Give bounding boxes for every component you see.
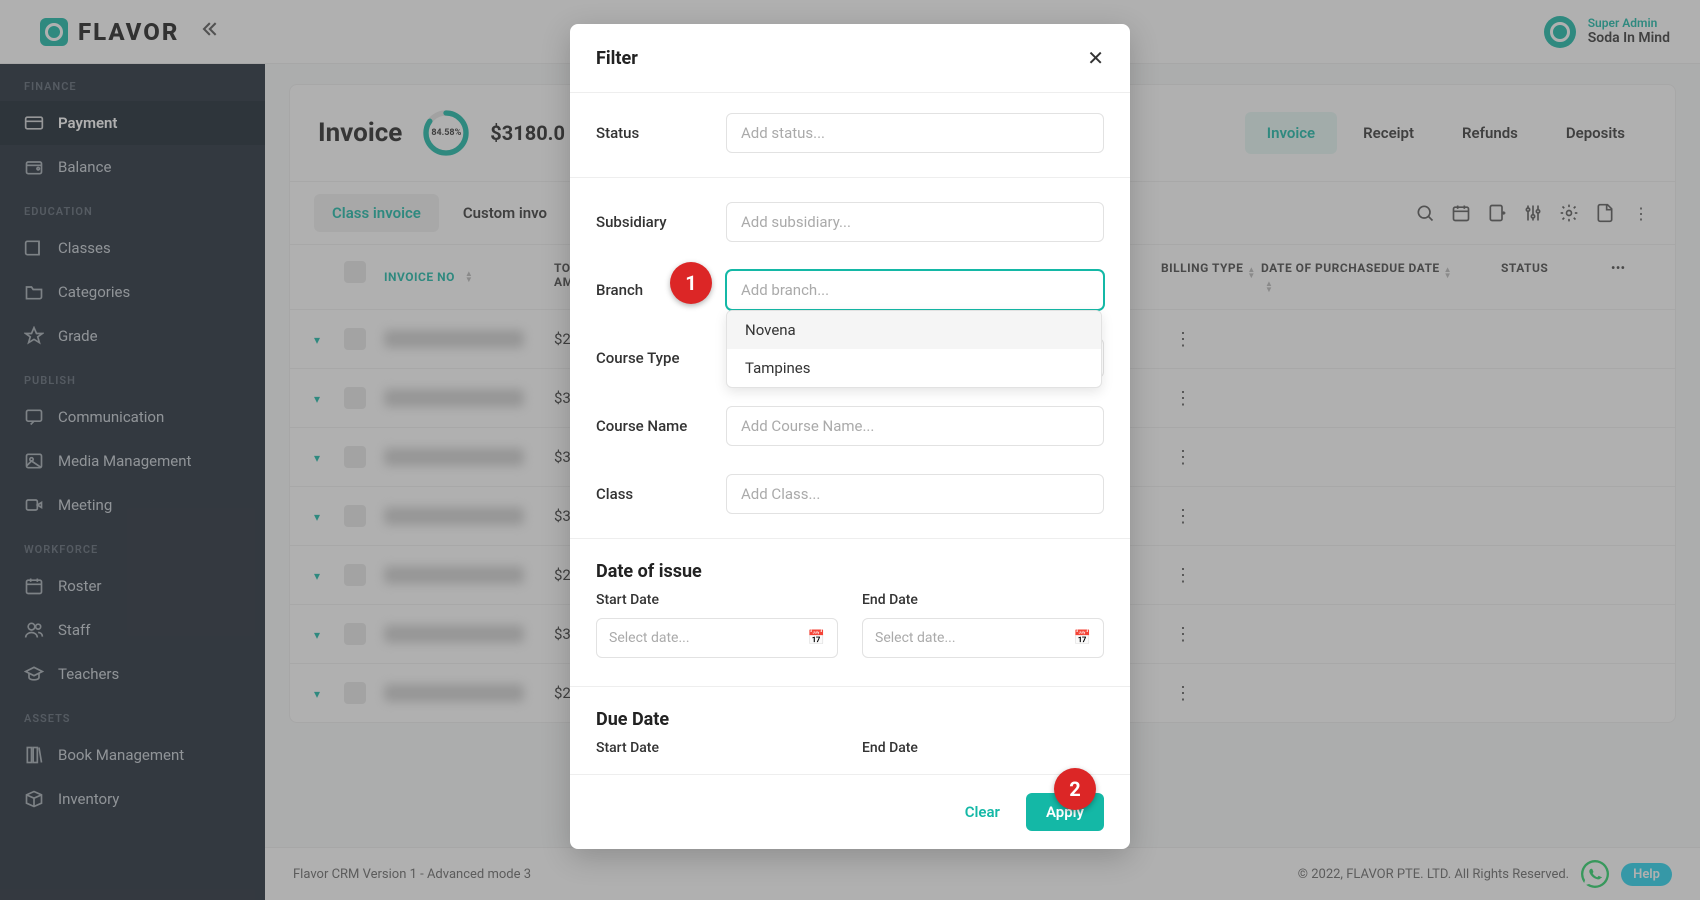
course-name-label: Course Name <box>596 417 706 435</box>
modal-title: Filter <box>596 48 638 69</box>
status-label: Status <box>596 124 706 142</box>
due-date-title: Due Date <box>570 697 1130 736</box>
calendar-icon: 📅 <box>808 630 825 646</box>
branch-option-tampines[interactable]: Tampines <box>727 349 1101 387</box>
subsidiary-input[interactable] <box>726 202 1104 242</box>
status-input[interactable] <box>726 113 1104 153</box>
issue-start-label: Start Date <box>596 592 838 608</box>
issue-end-label: End Date <box>862 592 1104 608</box>
course-name-input[interactable] <box>726 406 1104 446</box>
clear-button[interactable]: Clear <box>953 793 1012 831</box>
calendar-icon: 📅 <box>1074 630 1091 646</box>
callout-2: 2 <box>1054 768 1096 810</box>
date-of-issue-title: Date of issue <box>570 549 1130 588</box>
branch-option-novena[interactable]: Novena <box>727 311 1101 349</box>
close-icon[interactable]: ✕ <box>1087 46 1104 70</box>
branch-dropdown: Novena Tampines <box>726 310 1102 388</box>
subsidiary-label: Subsidiary <box>596 213 706 231</box>
issue-end-input[interactable]: Select date...📅 <box>862 618 1104 658</box>
class-input[interactable] <box>726 474 1104 514</box>
callout-1: 1 <box>670 262 712 304</box>
issue-start-input[interactable]: Select date...📅 <box>596 618 838 658</box>
due-end-label: End Date <box>862 740 1104 756</box>
course-type-label: Course Type <box>596 349 706 367</box>
modal-overlay[interactable]: Filter ✕ Status Subsidiary Branch Novena… <box>0 0 1700 900</box>
filter-modal: Filter ✕ Status Subsidiary Branch Novena… <box>570 24 1130 849</box>
due-start-label: Start Date <box>596 740 838 756</box>
branch-input[interactable] <box>726 270 1104 310</box>
class-label: Class <box>596 485 706 503</box>
